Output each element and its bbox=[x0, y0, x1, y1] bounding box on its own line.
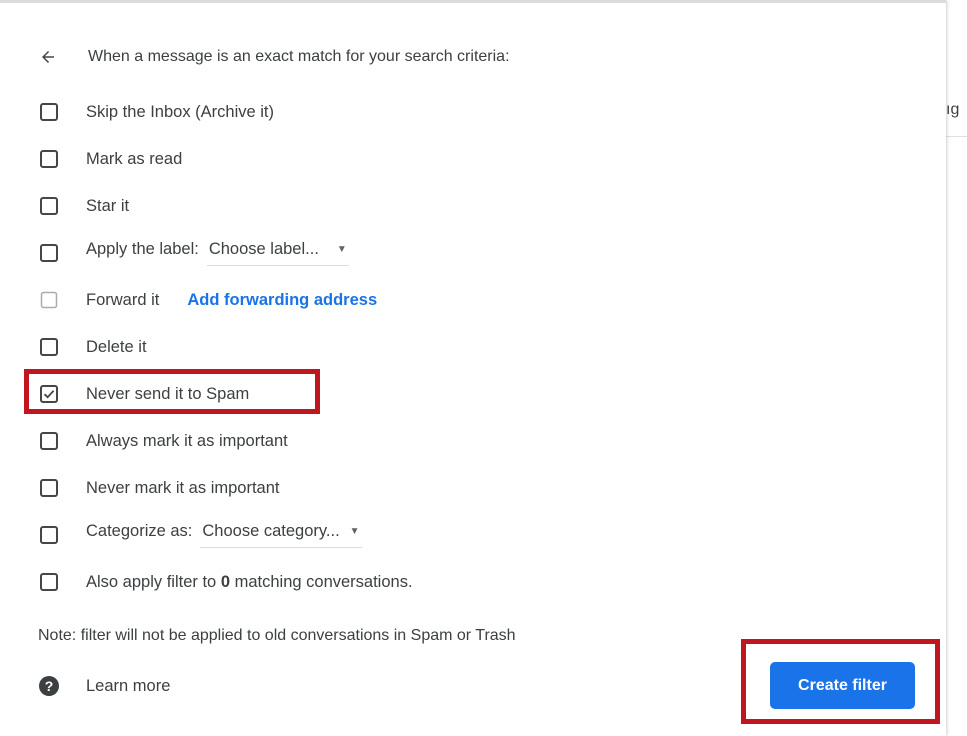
checkbox-icon[interactable] bbox=[40, 526, 58, 544]
filter-header: When a message is an exact match for you… bbox=[38, 43, 510, 71]
option-apply-to-matching: Also apply filter to 0 matching conversa… bbox=[40, 570, 413, 594]
option-apply-label: Apply the label: Choose label... ▼ bbox=[40, 240, 349, 266]
svg-text:?: ? bbox=[45, 678, 54, 694]
option-label: Always mark it as important bbox=[86, 431, 288, 450]
option-label: Delete it bbox=[86, 337, 147, 356]
option-label: Never send it to Spam bbox=[86, 384, 250, 403]
option-delete-it: Delete it bbox=[40, 335, 147, 359]
option-star-it: Star it bbox=[40, 194, 129, 218]
option-label: Forward it bbox=[86, 290, 160, 309]
arrow-left-icon[interactable] bbox=[38, 47, 58, 67]
category-dropdown[interactable]: Choose category... ▼ bbox=[200, 522, 362, 548]
option-mark-as-read: Mark as read bbox=[40, 147, 182, 171]
add-forwarding-address-link[interactable]: Add forwarding address bbox=[187, 291, 377, 309]
criteria-heading: When a message is an exact match for you… bbox=[88, 48, 510, 65]
help-circle-icon: ? bbox=[38, 675, 60, 697]
checkbox-icon[interactable] bbox=[40, 479, 58, 497]
checkbox-icon[interactable] bbox=[40, 432, 58, 450]
option-never-send-to-spam: Never send it to Spam bbox=[40, 382, 249, 406]
option-label: Mark as read bbox=[86, 149, 183, 168]
checkbox-icon[interactable] bbox=[40, 338, 58, 356]
create-filter-button[interactable]: Create filter bbox=[770, 662, 915, 709]
option-label-prefix: Also apply filter to bbox=[86, 572, 217, 591]
checkbox-icon[interactable] bbox=[40, 244, 58, 262]
option-label-suffix: matching conversations. bbox=[234, 572, 413, 591]
option-label: Apply the label: bbox=[86, 240, 199, 258]
checkbox-icon bbox=[40, 291, 58, 309]
option-label-group: Categorize as: Choose category... ▼ bbox=[86, 522, 362, 548]
dropdown-value: Choose category... bbox=[202, 522, 340, 540]
caret-down-icon: ▼ bbox=[349, 526, 360, 537]
option-skip-inbox: Skip the Inbox (Archive it) bbox=[40, 100, 274, 124]
truncated-background-text: ıg bbox=[946, 101, 960, 118]
checkbox-checked-icon[interactable] bbox=[40, 385, 58, 403]
learn-more-label: Learn more bbox=[86, 676, 171, 695]
option-label: Skip the Inbox (Archive it) bbox=[86, 102, 274, 121]
option-never-important: Never mark it as important bbox=[40, 476, 279, 500]
checkbox-icon[interactable] bbox=[40, 103, 58, 121]
dropdown-value: Choose label... bbox=[208, 240, 319, 258]
checkbox-icon[interactable] bbox=[40, 573, 58, 591]
option-label: Star it bbox=[86, 196, 130, 215]
checkbox-icon[interactable] bbox=[40, 197, 58, 215]
option-label-group: Apply the label: Choose label... ▼ bbox=[86, 240, 349, 266]
checkbox-icon[interactable] bbox=[40, 150, 58, 168]
background-divider bbox=[946, 136, 967, 137]
label-dropdown[interactable]: Choose label... ▼ bbox=[206, 240, 349, 266]
option-label-group: Forward it Add forwarding address bbox=[86, 291, 377, 310]
filter-actions-panel: When a message is an exact match for you… bbox=[0, 0, 946, 736]
matching-count: 0 bbox=[220, 572, 231, 591]
filter-note: Note: filter will not be applied to old … bbox=[38, 627, 516, 644]
option-label-group: Also apply filter to 0 matching conversa… bbox=[86, 573, 413, 592]
option-categorize: Categorize as: Choose category... ▼ bbox=[40, 522, 362, 548]
caret-down-icon: ▼ bbox=[336, 244, 347, 255]
option-label: Categorize as: bbox=[86, 522, 193, 540]
option-label: Never mark it as important bbox=[86, 478, 280, 497]
background-page-strip: ıg bbox=[946, 0, 967, 736]
option-forward-it: Forward it Add forwarding address bbox=[40, 288, 377, 312]
learn-more-link[interactable]: ? Learn more bbox=[38, 673, 170, 699]
option-always-important: Always mark it as important bbox=[40, 429, 288, 453]
